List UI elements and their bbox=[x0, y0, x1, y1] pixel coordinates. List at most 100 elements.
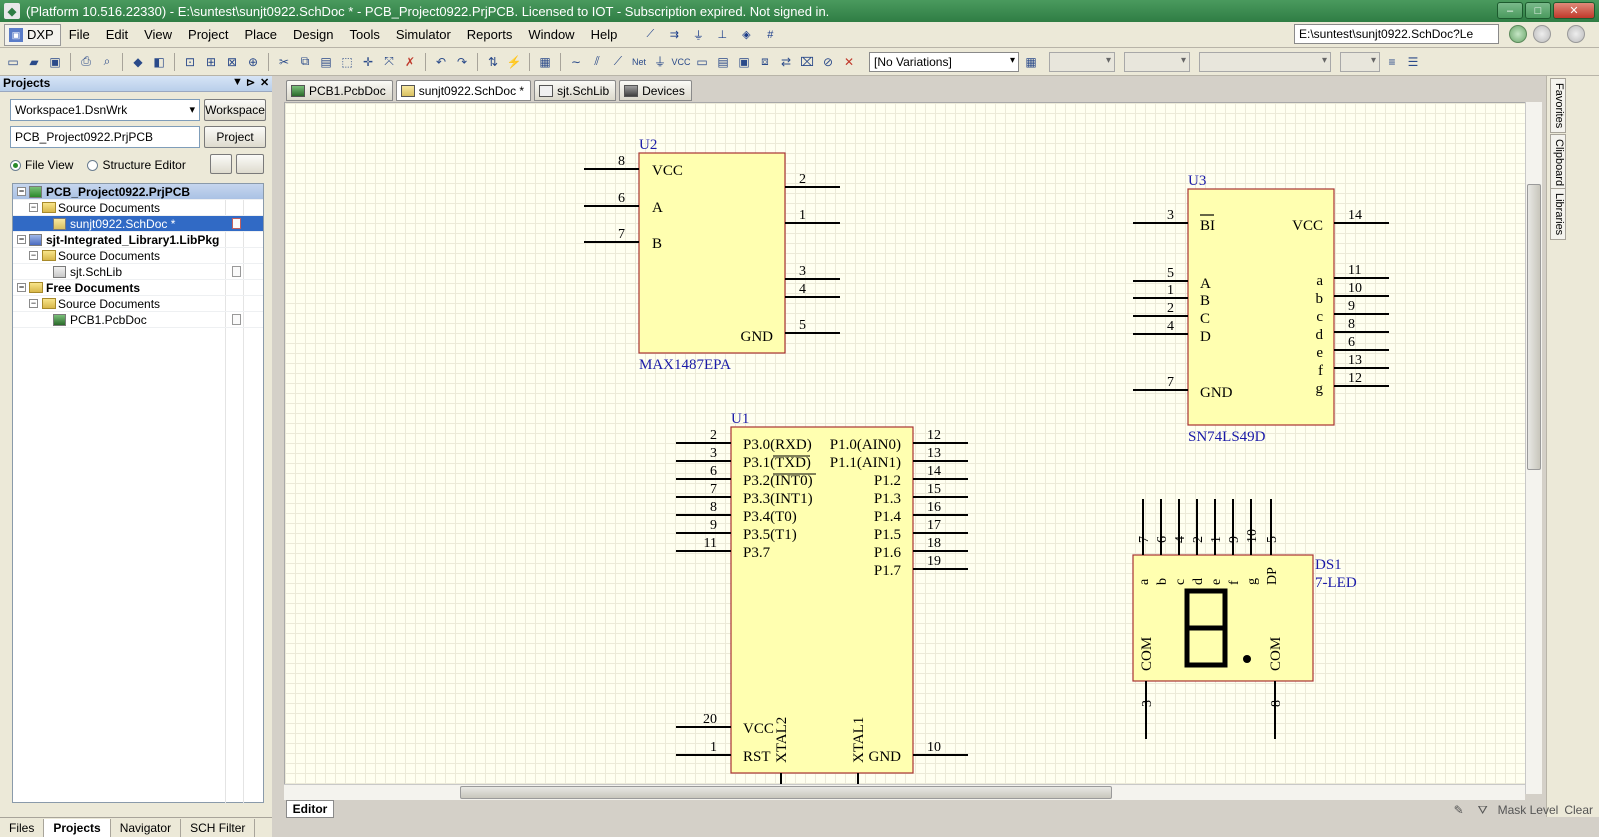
tab-favorites[interactable]: Favorites bbox=[1550, 78, 1566, 134]
tree-item-schlib[interactable]: sjt.SchLib bbox=[13, 264, 263, 280]
close-button[interactable]: ✕ bbox=[1553, 2, 1595, 19]
save-icon[interactable]: ▣ bbox=[46, 53, 64, 71]
editor-tab[interactable]: Editor bbox=[286, 800, 334, 818]
eraser-icon[interactable]: ✎ bbox=[1450, 801, 1468, 819]
cross-probe-icon[interactable]: ⚡ bbox=[505, 53, 523, 71]
ground-tool-icon[interactable]: ⏚ bbox=[689, 26, 707, 44]
workspace-button[interactable]: Workspace bbox=[204, 99, 266, 121]
variations-select[interactable]: [No Variations] bbox=[869, 51, 1019, 72]
panel-menu-icon[interactable]: ▼ bbox=[232, 76, 243, 88]
tree-item-folder[interactable]: − Source Documents bbox=[13, 200, 263, 216]
menu-window[interactable]: Window bbox=[520, 24, 582, 46]
tree-item-folder[interactable]: − Source Documents bbox=[13, 248, 263, 264]
select-icon[interactable]: ⬚ bbox=[338, 53, 356, 71]
workspace-select[interactable]: Workspace1.DsnWrk bbox=[10, 99, 200, 121]
copy-icon[interactable]: ⧉ bbox=[296, 53, 314, 71]
layers-icon[interactable]: ◆ bbox=[129, 53, 147, 71]
place-vcc-icon[interactable]: VCC bbox=[672, 53, 691, 71]
combo-3[interactable] bbox=[1199, 51, 1331, 72]
no-erc-icon[interactable]: ✕ bbox=[840, 53, 858, 71]
minimize-button[interactable]: – bbox=[1497, 2, 1523, 19]
distribute-icon[interactable]: ☰ bbox=[1404, 53, 1422, 71]
forward-icon[interactable] bbox=[1533, 25, 1551, 43]
combo-4[interactable] bbox=[1340, 51, 1380, 72]
menu-simulator[interactable]: Simulator bbox=[388, 24, 459, 46]
structure-editor-radio[interactable] bbox=[87, 159, 99, 171]
combo-1[interactable] bbox=[1049, 51, 1115, 72]
tab-libraries[interactable]: Libraries bbox=[1550, 188, 1566, 241]
file-view-radio[interactable] bbox=[10, 159, 21, 171]
tab-navigator[interactable]: Navigator bbox=[111, 818, 182, 837]
cut-icon[interactable]: ✂ bbox=[275, 53, 293, 71]
new-icon[interactable]: ▭ bbox=[4, 53, 22, 71]
schematic-canvas[interactable]: U2MAX1487EPA8VCC6A7B21345GNDU3SN74LS49D3… bbox=[285, 103, 1542, 794]
zoom-area-icon[interactable]: ⊞ bbox=[202, 53, 220, 71]
zoom-fit-icon[interactable]: ⊡ bbox=[181, 53, 199, 71]
menu-edit[interactable]: Edit bbox=[98, 24, 136, 46]
tab-files[interactable]: Files bbox=[0, 818, 45, 837]
place-device-sheet-icon[interactable]: ⧈ bbox=[756, 53, 774, 71]
port-tool-icon[interactable]: ◈ bbox=[737, 26, 755, 44]
vertical-scrollbar[interactable] bbox=[1525, 102, 1542, 794]
doc-tab-devices[interactable]: Devices bbox=[619, 80, 692, 101]
tree-item-pcbdoc[interactable]: PCB1.PcbDoc bbox=[13, 312, 263, 328]
undo-icon[interactable]: ↶ bbox=[432, 53, 450, 71]
hierarchy-icon[interactable]: ⇅ bbox=[484, 53, 502, 71]
home-icon[interactable] bbox=[1567, 25, 1585, 43]
print-icon[interactable]: ⎙ bbox=[77, 53, 95, 71]
place-directive-icon[interactable]: ⊘ bbox=[819, 53, 837, 71]
mask-level-button[interactable]: Mask Level bbox=[1498, 803, 1559, 817]
place-ground-icon[interactable]: ⏚ bbox=[651, 53, 669, 71]
device-icon[interactable]: ◧ bbox=[150, 53, 168, 71]
tree-item-free-documents[interactable]: − Free Documents bbox=[13, 280, 263, 296]
filter-icon[interactable]: ⛛ bbox=[1474, 801, 1492, 819]
variations-icon[interactable]: ▦ bbox=[1022, 53, 1040, 71]
print-preview-icon[interactable]: ⌕ bbox=[98, 53, 116, 71]
compile-icon[interactable] bbox=[210, 154, 232, 174]
app-icon[interactable]: ◆ bbox=[4, 3, 20, 19]
project-options-icon[interactable] bbox=[236, 154, 264, 174]
horizontal-scrollbar[interactable] bbox=[284, 784, 1525, 800]
place-part-icon[interactable]: ▭ bbox=[693, 53, 711, 71]
zoom-in-icon[interactable]: ⊕ bbox=[244, 53, 262, 71]
doc-tab-schlib[interactable]: sjt.SchLib bbox=[534, 80, 617, 101]
menu-reports[interactable]: Reports bbox=[459, 24, 521, 46]
vertical-scroll-thumb[interactable] bbox=[1527, 184, 1541, 470]
horizontal-scroll-thumb[interactable] bbox=[460, 786, 1112, 799]
project-field[interactable]: PCB_Project0922.PrjPCB bbox=[10, 126, 200, 148]
menu-place[interactable]: Place bbox=[237, 24, 286, 46]
place-sheet-entry-icon[interactable]: ▣ bbox=[735, 53, 753, 71]
pin-icon[interactable]: ⊳ bbox=[246, 76, 255, 89]
place-sheet-symbol-icon[interactable]: ▤ bbox=[714, 53, 732, 71]
menu-design[interactable]: Design bbox=[285, 24, 341, 46]
open-icon[interactable]: ▰ bbox=[25, 53, 43, 71]
menu-tools[interactable]: Tools bbox=[342, 24, 388, 46]
menu-file[interactable]: File bbox=[61, 24, 98, 46]
bus-tool-icon[interactable]: ⇉ bbox=[665, 26, 683, 44]
tab-clipboard[interactable]: Clipboard bbox=[1550, 134, 1566, 192]
place-net-label-icon[interactable]: Net bbox=[630, 53, 648, 71]
place-no-erc-icon[interactable]: ⌧ bbox=[798, 53, 816, 71]
menu-help[interactable]: Help bbox=[583, 24, 626, 46]
place-bus-icon[interactable]: ⫽ bbox=[588, 53, 606, 71]
schematic-sheet[interactable]: U2 MAX1487EPA 8 VCC 6 A 7 B 2 1 3 4 5 GND U3 SN74LS49D 3… bbox=[284, 102, 1542, 794]
tree-item-folder[interactable]: − Source Documents bbox=[13, 296, 263, 312]
back-icon[interactable] bbox=[1509, 25, 1527, 43]
maximize-button[interactable]: □ bbox=[1525, 2, 1551, 19]
vcc-tool-icon[interactable]: ⊥ bbox=[713, 26, 731, 44]
clear-button[interactable]: Clear bbox=[1564, 803, 1593, 817]
doc-tab-schdoc[interactable]: sunjt0922.SchDoc * bbox=[395, 80, 532, 101]
panel-close-icon[interactable]: ✕ bbox=[260, 76, 269, 89]
zoom-selected-icon[interactable]: ⊠ bbox=[223, 53, 241, 71]
place-bus-entry-icon[interactable]: ⟋ bbox=[609, 53, 627, 71]
place-port-icon[interactable]: ⇄ bbox=[777, 53, 795, 71]
document-path-field[interactable]: E:\suntest\sunjt0922.SchDoc?Le bbox=[1294, 24, 1499, 44]
redo-icon[interactable]: ↷ bbox=[453, 53, 471, 71]
tree-item-project[interactable]: − PCB_Project0922.PrjPCB bbox=[13, 184, 263, 200]
tab-projects[interactable]: Projects bbox=[44, 818, 111, 837]
doc-tab-pcb[interactable]: PCB1.PcbDoc bbox=[286, 80, 393, 101]
menu-project[interactable]: Project bbox=[180, 24, 236, 46]
wire-tool-icon[interactable]: ⟋ bbox=[641, 26, 659, 44]
align-icon[interactable]: ≡ bbox=[1383, 53, 1401, 71]
project-button[interactable]: Project bbox=[204, 126, 266, 148]
